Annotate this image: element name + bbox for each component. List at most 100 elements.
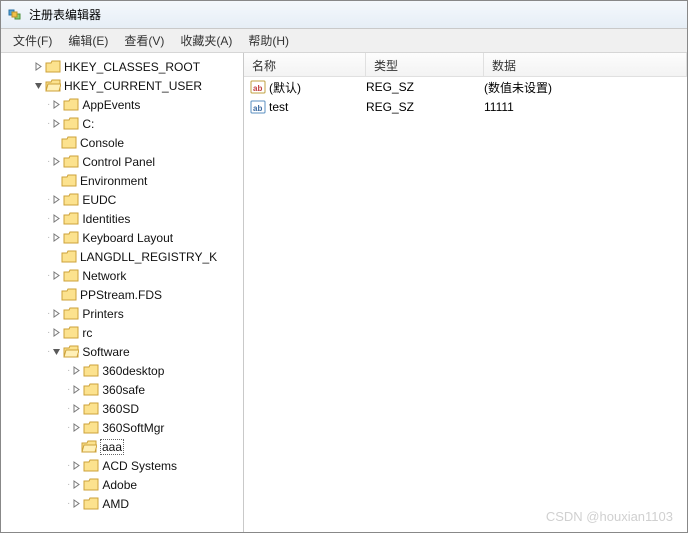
tree-item-identities[interactable]: · Identities: [1, 209, 243, 228]
chevron-right-icon[interactable]: [69, 478, 83, 492]
chevron-right-icon[interactable]: [49, 98, 63, 112]
chevron-right-icon[interactable]: [49, 307, 63, 321]
folder-icon: [63, 306, 79, 322]
tree-label: HKEY_CURRENT_USER: [64, 79, 202, 93]
tree-item-langdll[interactable]: LANGDLL_REGISTRY_K: [1, 247, 243, 266]
menu-file[interactable]: 文件(F): [5, 30, 60, 51]
folder-open-icon: [45, 78, 61, 94]
tree-item-environment[interactable]: Environment: [1, 171, 243, 190]
chevron-right-icon[interactable]: [69, 497, 83, 511]
chevron-right-icon[interactable]: [69, 364, 83, 378]
tree-item-console[interactable]: Console: [1, 133, 243, 152]
chevron-right-icon[interactable]: [69, 402, 83, 416]
folder-icon: [61, 135, 77, 151]
tree-label: 360safe: [102, 383, 145, 397]
tree-label: Network: [82, 269, 126, 283]
tree-item-ppstream[interactable]: PPStream.FDS: [1, 285, 243, 304]
folder-icon: [83, 382, 99, 398]
menu-favorites[interactable]: 收藏夹(A): [172, 30, 240, 51]
tree-item-eudc[interactable]: · EUDC: [1, 190, 243, 209]
folder-icon: [83, 496, 99, 512]
folder-open-icon: [81, 439, 97, 455]
value-row[interactable]: ab test REG_SZ 11111: [244, 97, 687, 117]
tree-item-c[interactable]: · C:: [1, 114, 243, 133]
tree-pane[interactable]: HKEY_CLASSES_ROOT HKEY_CURRENT_USER · Ap…: [1, 53, 244, 532]
folder-icon: [83, 420, 99, 436]
value-name: (默认): [269, 79, 366, 96]
folder-icon: [63, 325, 79, 341]
tree-label: HKEY_CLASSES_ROOT: [64, 60, 200, 74]
tree-item-acd[interactable]: · ACD Systems: [1, 456, 243, 475]
window-title: 注册表编辑器: [29, 6, 101, 23]
tree-item-360sd[interactable]: · 360SD: [1, 399, 243, 418]
chevron-right-icon[interactable]: [49, 326, 63, 340]
folder-icon: [63, 154, 79, 170]
values-header: 名称 类型 数据: [244, 53, 687, 77]
menu-help[interactable]: 帮助(H): [240, 30, 297, 51]
tree-item-360softmgr[interactable]: · 360SoftMgr: [1, 418, 243, 437]
tree-item-controlpanel[interactable]: · Control Panel: [1, 152, 243, 171]
folder-icon: [83, 363, 99, 379]
tree-item-software[interactable]: · Software: [1, 342, 243, 361]
tree-item-hkcu[interactable]: HKEY_CURRENT_USER: [1, 76, 243, 95]
string-value-icon: ab: [250, 79, 266, 95]
tree-item-adobe[interactable]: · Adobe: [1, 475, 243, 494]
folder-icon: [63, 192, 79, 208]
folder-icon: [61, 287, 77, 303]
tree-label: Software: [82, 345, 129, 359]
chevron-down-icon[interactable]: [49, 345, 63, 359]
column-header-name[interactable]: 名称: [244, 53, 366, 76]
value-type: REG_SZ: [366, 100, 484, 114]
tree-label: Keyboard Layout: [82, 231, 173, 245]
svg-text:ab: ab: [253, 84, 262, 93]
folder-icon: [83, 401, 99, 417]
tree-item-printers[interactable]: · Printers: [1, 304, 243, 323]
values-pane[interactable]: 名称 类型 数据 ab (默认) REG_SZ (数值未设置) ab test …: [244, 53, 687, 532]
tree-item-360desktop[interactable]: · 360desktop: [1, 361, 243, 380]
tree-item-360safe[interactable]: · 360safe: [1, 380, 243, 399]
tree-label: Console: [80, 136, 124, 150]
tree-label: EUDC: [82, 193, 116, 207]
string-value-icon: ab: [250, 99, 266, 115]
tree-label: C:: [82, 117, 94, 131]
column-header-type[interactable]: 类型: [366, 53, 484, 76]
tree-label: rc: [82, 326, 92, 340]
tree-label-selected: aaa: [100, 439, 124, 455]
chevron-right-icon[interactable]: [49, 212, 63, 226]
tree-label: Control Panel: [82, 155, 155, 169]
value-data: 11111: [484, 100, 685, 114]
menu-edit[interactable]: 编辑(E): [60, 30, 116, 51]
tree-label: Identities: [82, 212, 130, 226]
folder-icon: [63, 268, 79, 284]
tree-item-amd[interactable]: · AMD: [1, 494, 243, 513]
column-header-data[interactable]: 数据: [484, 53, 687, 76]
tree-label: Adobe: [102, 478, 137, 492]
tree-item-aaa[interactable]: aaa: [1, 437, 243, 456]
chevron-right-icon[interactable]: [49, 193, 63, 207]
folder-icon: [63, 97, 79, 113]
tree-item-network[interactable]: · Network: [1, 266, 243, 285]
tree-item-hkcr[interactable]: HKEY_CLASSES_ROOT: [1, 57, 243, 76]
chevron-right-icon[interactable]: [49, 231, 63, 245]
tree-item-rc[interactable]: · rc: [1, 323, 243, 342]
window-titlebar: 注册表编辑器: [1, 1, 687, 29]
chevron-right-icon[interactable]: [69, 383, 83, 397]
chevron-down-icon[interactable]: [31, 79, 45, 93]
tree-item-appevents[interactable]: · AppEvents: [1, 95, 243, 114]
chevron-right-icon[interactable]: [31, 60, 45, 74]
chevron-right-icon[interactable]: [69, 421, 83, 435]
chevron-right-icon[interactable]: [49, 117, 63, 131]
tree-label: LANGDLL_REGISTRY_K: [80, 250, 217, 264]
folder-icon: [63, 116, 79, 132]
folder-icon: [45, 59, 61, 75]
menubar: 文件(F) 编辑(E) 查看(V) 收藏夹(A) 帮助(H): [1, 29, 687, 53]
tree-item-keyboard[interactable]: · Keyboard Layout: [1, 228, 243, 247]
chevron-right-icon[interactable]: [49, 269, 63, 283]
chevron-right-icon[interactable]: [49, 155, 63, 169]
tree-label: 360desktop: [102, 364, 164, 378]
value-row[interactable]: ab (默认) REG_SZ (数值未设置): [244, 77, 687, 97]
menu-view[interactable]: 查看(V): [116, 30, 172, 51]
chevron-right-icon[interactable]: [69, 459, 83, 473]
tree-label: AMD: [102, 497, 129, 511]
folder-icon: [63, 211, 79, 227]
